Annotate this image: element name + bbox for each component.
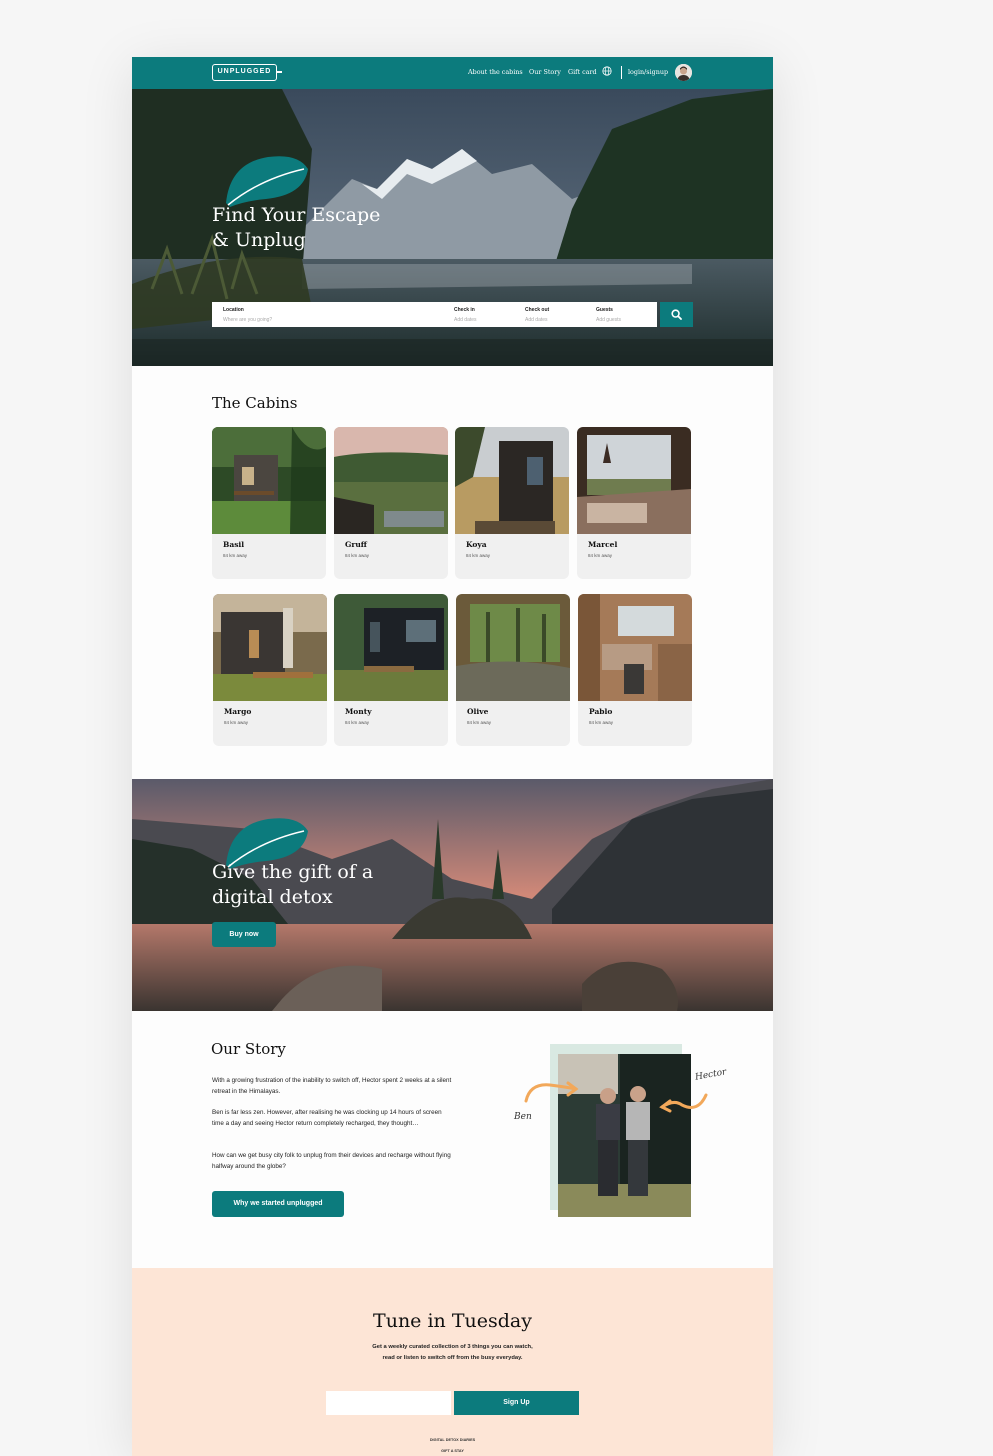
hero-title-line2: & Unplug — [212, 229, 306, 251]
leaf-icon — [226, 156, 308, 207]
story-title: Our Story — [211, 1040, 286, 1058]
cabin-distance: 84 km away — [589, 720, 614, 725]
cabin-distance: 84 km away — [224, 720, 249, 725]
arrow-icon — [659, 1093, 708, 1113]
logo-text: UNPLUGGED — [217, 68, 272, 75]
story-paragraph-2: Ben is far less zen. However, after real… — [212, 1109, 442, 1127]
location-field[interactable]: Location Where are you going? — [223, 307, 272, 323]
cabin-card-olive[interactable]: Olive 84 km away — [456, 594, 570, 746]
cabin-photo — [578, 594, 692, 701]
nav-divider — [621, 66, 622, 79]
guests-placeholder: Add guests — [596, 317, 622, 323]
cabin-photo — [455, 427, 569, 534]
email-input[interactable] — [326, 1391, 451, 1415]
checkout-field[interactable]: Check out Add dates — [525, 307, 549, 323]
location-placeholder: Where are you going? — [223, 317, 273, 323]
cabin-name: Monty — [345, 707, 372, 716]
arrow-icon — [524, 1081, 579, 1103]
hero-section: Find Your Escape & Unplug Location Where… — [132, 89, 773, 366]
cabin-name: Marcel — [588, 540, 618, 549]
label-hector: Hector — [694, 1067, 728, 1083]
cabin-name: Olive — [467, 707, 489, 716]
checkin-placeholder: Add dates — [454, 317, 477, 323]
checkout-placeholder: Add dates — [525, 317, 548, 323]
cabins-title: The Cabins — [212, 394, 298, 412]
cabin-photo — [577, 427, 691, 534]
location-label: Location — [223, 307, 244, 313]
cabin-distance: 84 km away — [588, 553, 613, 558]
cabin-card-marcel[interactable]: Marcel 84 km away — [577, 427, 691, 579]
gift-title-line2: digital detox — [212, 886, 333, 908]
avatar[interactable] — [675, 64, 692, 81]
gift-title-line1: Give the gift of a — [212, 861, 374, 883]
newsletter-description: Get a weekly curated collection of 3 thi… — [372, 1344, 533, 1361]
cabin-card-margo[interactable]: Margo 84 km away — [213, 594, 327, 746]
cabin-name: Pablo — [589, 707, 613, 716]
sign-up-button[interactable]: Sign Up — [454, 1391, 579, 1415]
cabin-photo — [456, 594, 570, 701]
cabin-photo — [213, 594, 327, 701]
cabin-distance: 84 km away — [466, 553, 491, 558]
footer-link-diaries[interactable]: DIGITAL DETOX DIARIES — [132, 1438, 773, 1442]
nav-link-about[interactable]: About the cabins — [468, 68, 523, 76]
newsletter-title: Tune in Tuesday — [373, 1310, 532, 1332]
login-link[interactable]: login/signup — [628, 68, 668, 76]
story-paragraph-1: With a growing frustration of the inabil… — [212, 1077, 452, 1095]
checkin-label: Check in — [454, 307, 475, 313]
cabin-photo — [334, 594, 448, 701]
cabin-distance: 84 km away — [345, 720, 370, 725]
cabin-name: Basil — [223, 540, 245, 549]
gift-section: Give the gift of a digital detox Buy now — [132, 779, 773, 1011]
hero-title-line1: Find Your Escape — [212, 204, 381, 226]
cabin-distance: 84 km away — [345, 553, 370, 558]
logo[interactable]: UNPLUGGED — [212, 64, 282, 81]
checkin-field[interactable]: Check in Add dates — [454, 307, 477, 323]
cabin-card-koya[interactable]: Koya 84 km away — [455, 427, 569, 579]
cabin-name: Margo — [224, 707, 252, 716]
cabin-distance: 84 km away — [223, 553, 248, 558]
search-button[interactable] — [660, 302, 693, 327]
checkout-label: Check out — [525, 307, 550, 313]
cabin-distance: 84 km away — [467, 720, 492, 725]
globe-icon[interactable] — [602, 66, 612, 76]
cabin-photo — [334, 427, 448, 534]
top-nav: UNPLUGGED About the cabins Our Story Gif… — [132, 57, 773, 89]
guests-label: Guests — [596, 307, 613, 313]
cabin-photo — [212, 427, 326, 534]
nav-link-gift[interactable]: Gift card — [568, 68, 597, 76]
footer-link-gift[interactable]: GIFT A STAY — [132, 1449, 773, 1453]
hero-title: Find Your Escape & Unplug — [212, 203, 380, 253]
plug-icon — [276, 71, 282, 73]
cabin-name: Koya — [466, 540, 487, 549]
search-icon — [671, 309, 682, 320]
story-paragraph-3: How can we get busy city folk to unplug … — [212, 1152, 451, 1170]
buy-now-button[interactable]: Buy now — [212, 922, 276, 947]
cabin-card-basil[interactable]: Basil 84 km away — [212, 427, 326, 579]
cabin-card-monty[interactable]: Monty 84 km away — [334, 594, 448, 746]
guests-field[interactable]: Guests Add guests — [596, 307, 621, 323]
search-bar: Location Where are you going? Check in A… — [212, 302, 657, 327]
nav-link-story[interactable]: Our Story — [529, 68, 561, 76]
label-ben: Ben — [514, 1112, 532, 1122]
page-frame: UNPLUGGED About the cabins Our Story Gif… — [132, 57, 773, 1456]
cabin-name: Gruff — [345, 540, 367, 549]
user-avatar-icon — [675, 64, 692, 81]
newsletter-section: Tune in Tuesday Get a weekly curated col… — [132, 1268, 773, 1456]
cabin-card-pablo[interactable]: Pablo 84 km away — [578, 594, 692, 746]
gift-title: Give the gift of a digital detox — [212, 860, 373, 910]
why-we-started-button[interactable]: Why we started unplugged — [212, 1191, 344, 1217]
cabin-card-gruff[interactable]: Gruff 84 km away — [334, 427, 448, 579]
